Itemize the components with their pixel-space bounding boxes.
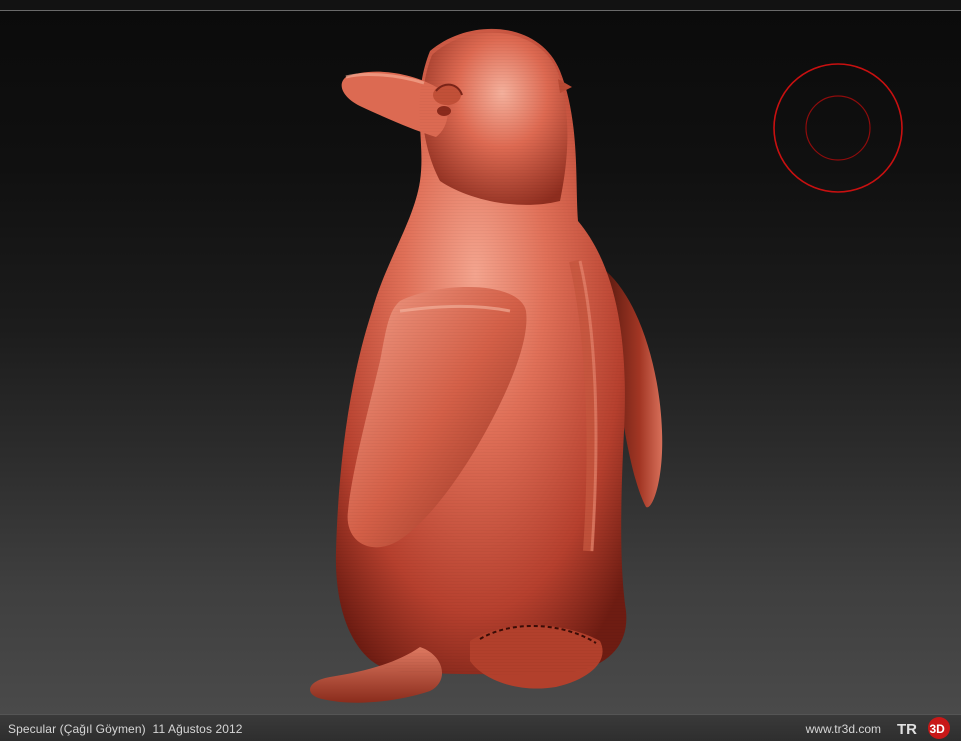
tr3d-logo[interactable]: TR 3D xyxy=(895,716,955,740)
site-url-link[interactable]: www.tr3d.com xyxy=(806,722,881,736)
caption-bar: Specular (Çağıl Göymen) 11 Ağustos 2012 … xyxy=(0,714,961,741)
sculpt-viewport[interactable] xyxy=(0,11,961,714)
svg-text:TR: TR xyxy=(897,721,917,738)
svg-text:3D: 3D xyxy=(930,722,946,736)
caption-text: Specular (Çağıl Göymen) 11 Ağustos 2012 xyxy=(8,722,243,736)
screenshot-frame: Specular (Çağıl Göymen) 11 Ağustos 2012 … xyxy=(0,0,961,741)
penguin-model[interactable] xyxy=(0,11,961,714)
top-bar xyxy=(0,0,961,10)
